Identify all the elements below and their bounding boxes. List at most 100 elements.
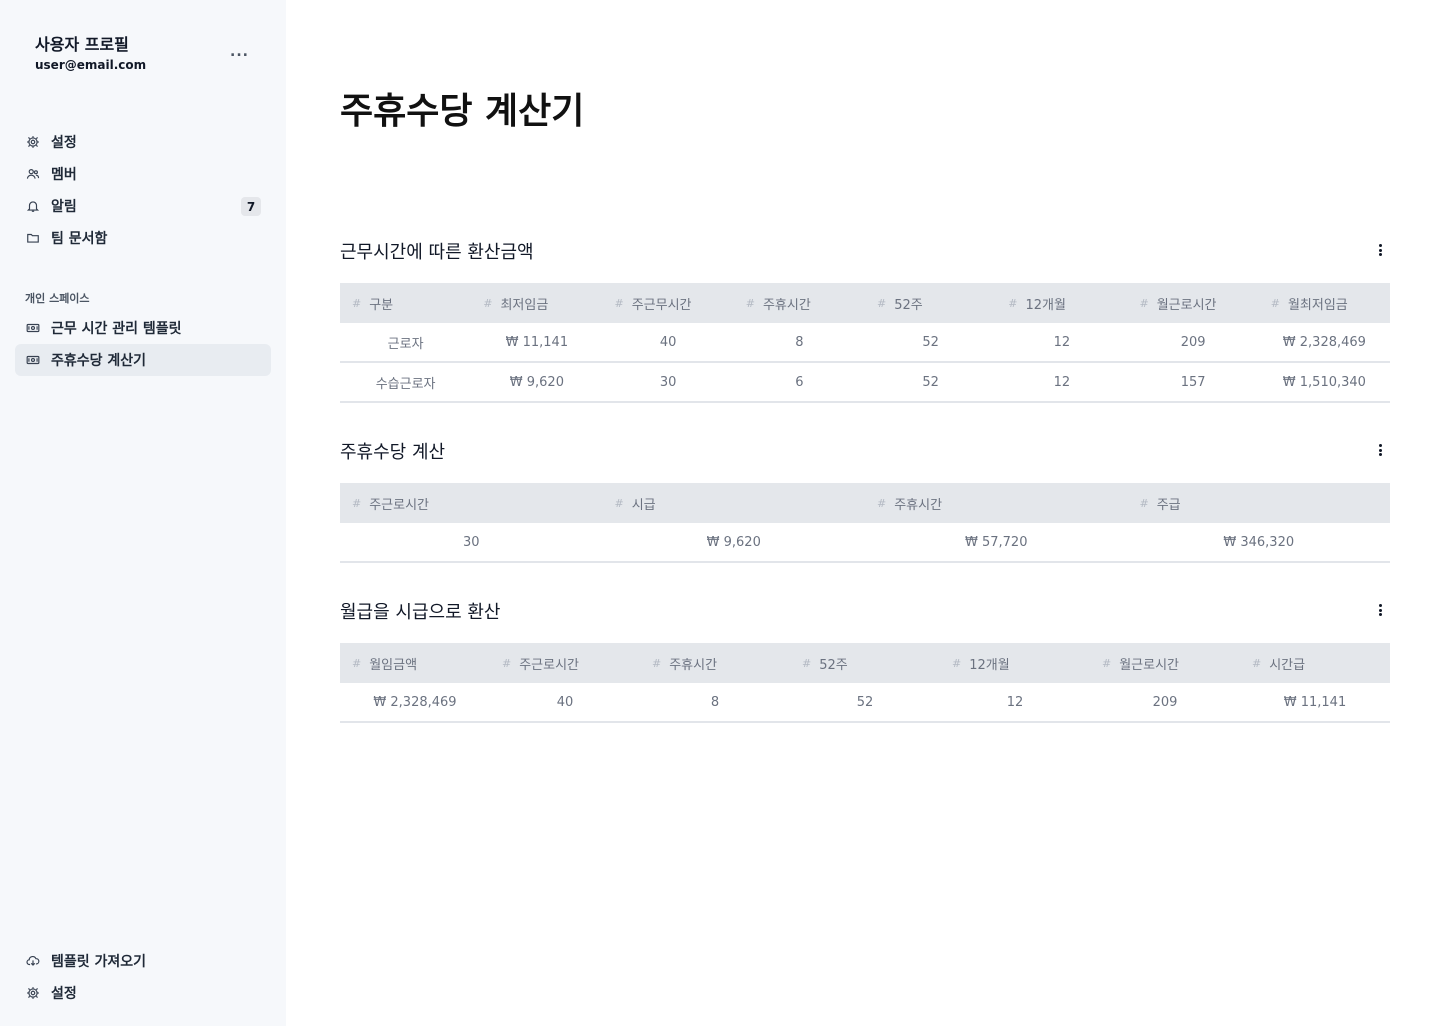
table-cell[interactable]: 52	[865, 323, 996, 361]
sidebar-item-label: 템플릿 가져오기	[51, 954, 147, 970]
table-cell[interactable]: 52	[865, 363, 996, 401]
sidebar-item-members[interactable]: 멤버	[15, 158, 271, 190]
user-profile[interactable]: 사용자 프로필 user@email.com	[35, 34, 146, 72]
column-header[interactable]: # 주휴시간	[865, 483, 1128, 523]
column-header[interactable]: # 월임금액	[340, 643, 490, 683]
table-row: 근로자 ₩ 11,141 40 8 52 12 209 ₩ 2,328,469	[340, 323, 1390, 363]
number-type-icon: #	[1008, 296, 1018, 310]
table-cell[interactable]: 12	[940, 683, 1090, 721]
column-header[interactable]: # 주근무시간	[603, 283, 734, 323]
number-type-icon: #	[877, 296, 887, 310]
table-header-row: # 주근로시간 # 시급 # 주휴시간 # 주급	[340, 483, 1390, 523]
table-cell[interactable]: 30	[603, 363, 734, 401]
sidebar-item-team-documents[interactable]: 팀 문서함	[15, 222, 271, 254]
column-header-label: 월근로시간	[1156, 297, 1217, 313]
column-header[interactable]: # 주근로시간	[490, 643, 640, 683]
table-title: 월급을 시급으로 환산	[340, 602, 501, 623]
table-menu-icon[interactable]	[1376, 242, 1384, 258]
page-title: 주휴수당 계산기	[340, 91, 585, 132]
number-type-icon: #	[877, 496, 887, 510]
column-header[interactable]: #52주	[790, 643, 940, 683]
number-type-icon: #	[502, 656, 512, 670]
table-cell[interactable]: ₩ 2,328,469	[1259, 323, 1390, 361]
column-header-label: 52주	[894, 297, 923, 313]
number-type-icon: #	[352, 496, 362, 510]
sidebar-item-work-hours-template[interactable]: 근무 시간 관리 템플릿	[15, 312, 271, 344]
column-header-label: 월임금액	[369, 657, 418, 673]
column-header-label: 주급	[1156, 497, 1181, 513]
table-cell[interactable]: ₩ 1,510,340	[1259, 363, 1390, 401]
sidebar-item-notifications[interactable]: 알림 7	[15, 190, 271, 222]
column-header-label: 주휴시간	[669, 657, 718, 673]
column-header[interactable]: # 주급	[1128, 483, 1391, 523]
table-cell[interactable]: 수습근로자	[340, 363, 471, 401]
table-cell[interactable]: 8	[734, 323, 865, 361]
sidebar-item-label: 팀 문서함	[51, 231, 108, 247]
column-header[interactable]: # 월근로시간	[1128, 283, 1259, 323]
table-cell[interactable]: ₩ 9,620	[603, 523, 866, 561]
column-header[interactable]: # 시급	[603, 483, 866, 523]
column-header[interactable]: #12개월	[996, 283, 1127, 323]
table-cell[interactable]: ₩ 2,328,469	[340, 683, 490, 721]
column-header-label: 52주	[819, 657, 848, 673]
table-cell[interactable]: ₩ 11,141	[1240, 683, 1390, 721]
table-cell[interactable]: 근로자	[340, 323, 471, 361]
table-title: 근무시간에 따른 환산금액	[340, 242, 534, 263]
number-type-icon: #	[1252, 656, 1262, 670]
column-header[interactable]: # 최저임금	[471, 283, 602, 323]
number-type-icon: #	[652, 656, 662, 670]
column-header[interactable]: # 월최저임금	[1259, 283, 1390, 323]
table-cell[interactable]: 40	[603, 323, 734, 361]
money-icon	[25, 320, 41, 336]
sidebar-item-label: 멤버	[51, 167, 77, 183]
gear-icon	[25, 985, 41, 1001]
table-cell[interactable]: 12	[996, 363, 1127, 401]
sidebar-item-settings-bottom[interactable]: 설정	[15, 977, 271, 1009]
table-cell[interactable]: 12	[996, 323, 1127, 361]
table-cell[interactable]: 209	[1128, 323, 1259, 361]
sidebar: 사용자 프로필 user@email.com ... 설정 멤버 알림 7 팀 …	[0, 0, 286, 1026]
more-options-icon[interactable]: ...	[230, 44, 249, 60]
column-header[interactable]: # 구분	[340, 283, 471, 323]
column-header[interactable]: # 주휴시간	[640, 643, 790, 683]
data-table: # 월임금액 # 주근로시간 # 주휴시간 #52주 #12개월 # 월근로시간 # 시간급 ₩ 2,3…	[340, 643, 1390, 723]
users-icon	[25, 166, 41, 182]
sidebar-item-import-template[interactable]: 템플릿 가져오기	[15, 945, 271, 977]
table-header-row: # 월임금액 # 주근로시간 # 주휴시간 #52주 #12개월 # 월근로시간 # 시간급	[340, 643, 1390, 683]
table-menu-icon[interactable]	[1376, 442, 1384, 458]
column-header-label: 월최저임금	[1287, 297, 1348, 313]
personal-space-nav: 근무 시간 관리 템플릿 주휴수당 계산기	[15, 312, 271, 376]
table-cell[interactable]: ₩ 57,720	[865, 523, 1128, 561]
table-row: 30 ₩ 9,620 ₩ 57,720 ₩ 346,320	[340, 523, 1390, 563]
table-cell[interactable]: ₩ 11,141	[471, 323, 602, 361]
table-menu-icon[interactable]	[1376, 602, 1384, 618]
column-header[interactable]: # 월근로시간	[1090, 643, 1240, 683]
sidebar-nav: 설정 멤버 알림 7 팀 문서함	[15, 126, 271, 254]
column-header[interactable]: #52주	[865, 283, 996, 323]
column-header[interactable]: # 주휴시간	[734, 283, 865, 323]
table-cell[interactable]: 52	[790, 683, 940, 721]
table-row: 수습근로자 ₩ 9,620 30 6 52 12 157 ₩ 1,510,340	[340, 363, 1390, 403]
table-cell[interactable]: 40	[490, 683, 640, 721]
column-header[interactable]: #12개월	[940, 643, 1090, 683]
table-cell[interactable]: 8	[640, 683, 790, 721]
notification-count-badge: 7	[241, 197, 261, 216]
sidebar-item-label: 설정	[51, 135, 77, 151]
table-cell[interactable]: 209	[1090, 683, 1240, 721]
column-header-label: 구분	[369, 297, 394, 313]
table-cell[interactable]: ₩ 9,620	[471, 363, 602, 401]
column-header[interactable]: # 주근로시간	[340, 483, 603, 523]
conversion-table-section: 근무시간에 따른 환산금액 # 구분 # 최저임금 # 주근무시간 # 주휴시간 #52주 #12…	[340, 240, 1390, 403]
folder-icon	[25, 230, 41, 246]
sidebar-item-label: 알림	[51, 199, 77, 215]
column-header-label: 월근로시간	[1119, 657, 1180, 673]
profile-email: user@email.com	[35, 58, 147, 72]
table-cell[interactable]: ₩ 346,320	[1128, 523, 1391, 561]
table-cell[interactable]: 157	[1128, 363, 1259, 401]
table-cell[interactable]: 30	[340, 523, 603, 561]
table-row: ₩ 2,328,469 40 8 52 12 209 ₩ 11,141	[340, 683, 1390, 723]
column-header[interactable]: # 시간급	[1240, 643, 1390, 683]
sidebar-item-settings[interactable]: 설정	[15, 126, 271, 158]
sidebar-item-holiday-pay-calculator[interactable]: 주휴수당 계산기	[15, 344, 271, 376]
table-cell[interactable]: 6	[734, 363, 865, 401]
